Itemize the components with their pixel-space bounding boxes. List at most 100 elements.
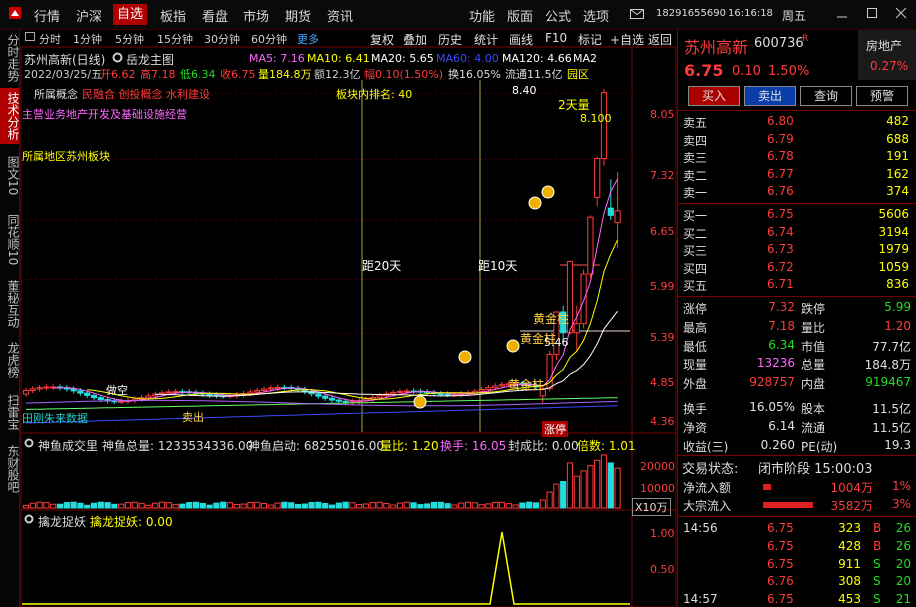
volume-bar xyxy=(22,504,30,509)
tick-volume: 453 xyxy=(838,592,861,607)
tick-row: 6.75 911 S 20 xyxy=(683,557,913,574)
stat-value: 184.8万 xyxy=(864,358,911,373)
candle-body xyxy=(614,210,621,224)
candle-body xyxy=(485,387,492,391)
candle-body xyxy=(322,395,329,399)
tick-side: S xyxy=(873,574,881,589)
volume-bar xyxy=(498,501,506,509)
volume-settings-icon[interactable] xyxy=(24,438,34,451)
volume-bar xyxy=(172,503,179,509)
candle-body xyxy=(247,391,254,395)
dragon-axis-label: 0.50 xyxy=(650,563,675,576)
volume-bar xyxy=(281,501,288,509)
volume-bar xyxy=(145,504,152,509)
candle-body xyxy=(573,323,580,334)
stat-value: 6.14 xyxy=(768,418,795,433)
price-axis-label: 4.36 xyxy=(650,415,675,428)
candle-body xyxy=(36,387,43,390)
stat-value: 19.3 xyxy=(884,437,911,452)
volume-bar xyxy=(539,499,546,509)
volume-panel-title: 神鱼成交里 xyxy=(38,439,99,453)
volume-bar xyxy=(240,503,247,509)
volume-bar xyxy=(560,481,567,509)
stat-value: 16.05% xyxy=(749,400,795,414)
order-price: 6.72 xyxy=(767,259,794,274)
tick-price: 6.75 xyxy=(767,556,794,571)
volume-ratio: 量比: 1.20 xyxy=(380,439,439,453)
volume-bar xyxy=(587,465,594,509)
volume-axis-label: 10000 xyxy=(640,482,675,495)
order-row-sell: 卖五 6.80 482 xyxy=(683,114,913,131)
alert-button[interactable]: 预警 xyxy=(856,86,908,106)
volume-bar xyxy=(43,502,50,509)
flow-row: 净流入额 1004万 1% xyxy=(683,479,913,496)
sector-box[interactable]: 房地产 0.27% xyxy=(858,30,916,80)
tick-count: 26 xyxy=(895,521,911,535)
candle-body xyxy=(478,389,485,392)
candle-body xyxy=(587,216,594,275)
order-row-buy: 买五 6.71 836 xyxy=(683,277,913,294)
volume-turnover: 换手: 16.05 xyxy=(440,439,507,453)
stat-value: 919467 xyxy=(865,375,911,390)
flow-value: 3582万 xyxy=(830,499,873,513)
order-row-buy: 买四 6.72 1059 xyxy=(683,260,913,277)
stock-price: 6.75 xyxy=(684,61,724,80)
volume-bar xyxy=(396,502,404,509)
annotation-dist20: 距20天 xyxy=(362,259,402,273)
signal-coin-icon xyxy=(506,339,520,353)
divider xyxy=(678,203,916,204)
annotation-sell: 卖出 xyxy=(182,411,204,424)
stat-value: 13236 xyxy=(756,356,795,371)
minimize-icon[interactable] xyxy=(836,6,848,24)
volume-bar xyxy=(90,502,98,509)
sector-rank: 板块内排名: 40 xyxy=(336,88,413,101)
sell-button[interactable]: 卖出 xyxy=(744,86,796,106)
dragon-value: 擒龙捉妖: 0.00 xyxy=(90,515,173,529)
divider xyxy=(678,296,916,297)
volume-bar xyxy=(451,504,458,509)
candle-body xyxy=(70,388,77,392)
ma5-label: MA5: 7.16 xyxy=(249,52,305,65)
flow-label: 大宗流入 xyxy=(683,499,732,513)
volume-bar xyxy=(328,504,336,509)
volume-bar xyxy=(254,501,261,509)
volume-bar xyxy=(424,503,431,509)
candle-body xyxy=(254,389,261,393)
candle-body xyxy=(84,392,91,396)
flow-pct: 3% xyxy=(891,497,911,511)
tick-price: 6.75 xyxy=(767,521,794,535)
close-icon[interactable] xyxy=(895,6,907,24)
stat-label: 总量 xyxy=(801,358,826,373)
tick-side: B xyxy=(873,521,882,535)
price-axis-label: 8.05 xyxy=(650,108,675,121)
query-button[interactable]: 查询 xyxy=(800,86,852,106)
info-date: 2022/03/25/五 xyxy=(24,68,103,81)
stock-mark: R xyxy=(802,34,809,44)
volume-bar xyxy=(532,502,540,509)
buy-button[interactable]: 买入 xyxy=(688,86,740,106)
volume-bar xyxy=(294,503,302,509)
order-price: 6.79 xyxy=(767,131,794,146)
tick-row: 14:57 6.75 453 S 21 xyxy=(683,592,913,607)
dragon-settings-icon[interactable] xyxy=(24,514,34,527)
order-volume: 688 xyxy=(886,131,909,146)
order-price: 6.76 xyxy=(767,184,794,198)
order-volume: 836 xyxy=(886,277,909,291)
settings-gear-icon[interactable] xyxy=(112,52,123,66)
stats-row: 最低 6.34 市值 77.7亿 xyxy=(683,338,913,355)
stats-row: 涨停 7.32 跌停 5.99 xyxy=(683,300,913,317)
stat-label: 股本 xyxy=(801,402,826,416)
stat-label: 换手 xyxy=(683,402,708,416)
volume-bar xyxy=(485,503,492,509)
order-volume: 482 xyxy=(886,114,909,128)
info-turnover: 换16.05% xyxy=(448,68,501,81)
sector-name: 房地产 xyxy=(866,39,903,53)
flow-value: 1004万 xyxy=(830,481,873,495)
maximize-icon[interactable] xyxy=(866,6,878,24)
tick-row: 6.76 308 S 20 xyxy=(683,574,913,591)
volume-bar xyxy=(607,462,614,509)
volume-bar xyxy=(111,503,118,509)
ma120-label: MA120: 4.66 xyxy=(502,52,572,65)
stat-value: 0.260 xyxy=(760,437,795,452)
candle-body xyxy=(328,397,336,401)
